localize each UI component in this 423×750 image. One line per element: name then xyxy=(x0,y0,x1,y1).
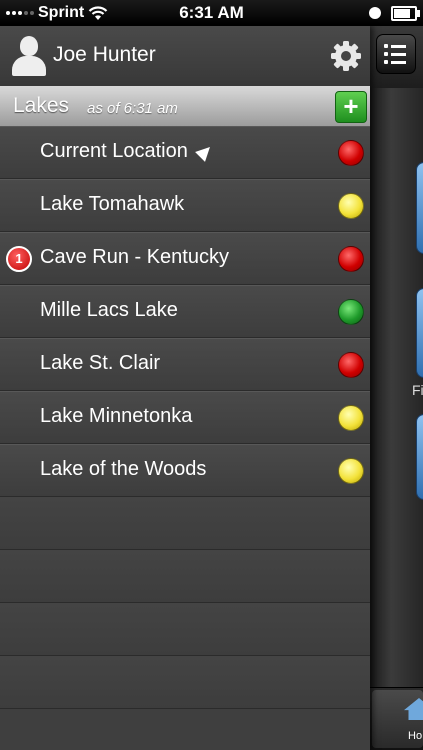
status-dot-red-icon xyxy=(338,352,364,378)
lake-list: Current Location Lake Tomahawk 1 Cave Ru… xyxy=(0,126,370,709)
empty-row xyxy=(0,656,370,709)
lake-label: Lake Tomahawk xyxy=(40,193,185,215)
tab-bar: Ho xyxy=(370,687,423,750)
home-icon xyxy=(404,698,423,720)
lake-label: Lake of the Woods xyxy=(40,458,207,480)
status-dot-red-icon xyxy=(338,246,364,272)
status-bar: Sprint 6:31 AM xyxy=(0,0,423,26)
status-dot-yellow-icon xyxy=(338,405,364,431)
status-dot-green-icon xyxy=(338,299,364,325)
lake-row-current-location[interactable]: Current Location xyxy=(0,126,370,179)
section-title: Lakes xyxy=(13,94,70,117)
lake-row-mille-lacs[interactable]: Mille Lacs Lake xyxy=(0,285,370,338)
status-dot-yellow-icon xyxy=(338,458,364,484)
status-time: 6:31 AM xyxy=(179,3,244,22)
main-topbar xyxy=(370,26,423,88)
lake-label: Current Location xyxy=(40,140,188,162)
menu-list-button[interactable] xyxy=(376,34,416,74)
main-content-peek[interactable]: Fi Ho xyxy=(370,26,423,750)
avatar-icon xyxy=(12,36,46,76)
main-tile-1[interactable] xyxy=(416,162,423,254)
empty-row xyxy=(0,497,370,550)
section-timestamp: as of 6:31 am xyxy=(87,100,178,117)
lake-label: Mille Lacs Lake xyxy=(40,299,178,321)
tab-home[interactable]: Ho xyxy=(372,690,423,748)
location-arrow-icon xyxy=(194,141,215,162)
user-name: Joe Hunter xyxy=(53,43,156,66)
lake-row-tomahawk[interactable]: Lake Tomahawk xyxy=(0,179,370,232)
lake-row-minnetonka[interactable]: Lake Minnetonka xyxy=(0,391,370,444)
lake-row-cave-run[interactable]: 1 Cave Run - Kentucky xyxy=(0,232,370,285)
side-drawer: Joe Hunter Lakes as of 6:31 am + Current… xyxy=(0,26,370,750)
lake-label: Lake Minnetonka xyxy=(40,405,193,427)
status-dot-red-icon xyxy=(338,140,364,166)
lakes-section-header: Lakes as of 6:31 am + xyxy=(0,86,370,127)
battery-icon xyxy=(391,5,420,21)
profile-bar[interactable]: Joe Hunter xyxy=(0,26,370,87)
lake-label: Cave Run - Kentucky xyxy=(40,246,229,268)
main-tile-2[interactable] xyxy=(416,288,423,378)
empty-row xyxy=(0,603,370,656)
add-lake-button[interactable]: + xyxy=(335,91,367,123)
empty-row xyxy=(0,550,370,603)
gear-icon[interactable] xyxy=(330,40,362,72)
tab-home-label: Ho xyxy=(408,730,423,742)
status-dot-yellow-icon xyxy=(338,193,364,219)
rotation-lock-icon xyxy=(369,7,381,19)
lake-row-lake-of-the-woods[interactable]: Lake of the Woods xyxy=(0,444,370,497)
main-tile-label: Fi xyxy=(412,382,423,398)
notification-badge: 1 xyxy=(6,246,32,272)
lake-label: Lake St. Clair xyxy=(40,352,161,374)
main-tile-3[interactable] xyxy=(416,414,423,500)
lake-row-st-clair[interactable]: Lake St. Clair xyxy=(0,338,370,391)
status-right xyxy=(369,5,420,21)
